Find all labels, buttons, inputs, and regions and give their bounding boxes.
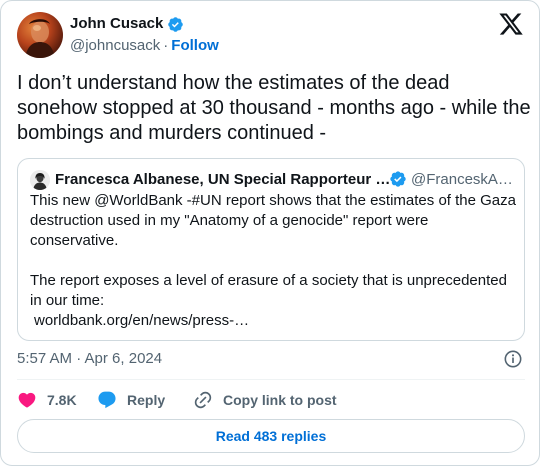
tweet-text: I don’t understand how the estimates of … (17, 72, 531, 144)
quoted-paragraph: This new @WorldBank -#UN report shows th… (30, 192, 516, 249)
quoted-verified-badge-icon (389, 170, 407, 188)
link-icon (194, 391, 212, 409)
quoted-author-avatar (30, 170, 50, 190)
heart-icon (18, 392, 36, 408)
divider (17, 379, 525, 380)
quoted-tweet-text: This new @WorldBank -#UN report shows th… (30, 191, 516, 331)
copy-link-button[interactable]: Copy link to post (193, 390, 337, 410)
read-replies-button[interactable]: Read 483 replies (17, 419, 525, 453)
author-handle[interactable]: @johncusack (70, 37, 160, 54)
reply-button[interactable]: Reply (97, 390, 193, 410)
copy-link-label: Copy link to post (223, 392, 337, 408)
author-name[interactable]: John Cusack (70, 15, 163, 33)
like-button[interactable]: 7.8K (17, 390, 97, 410)
quoted-author-handle: @FranceskA… (411, 171, 513, 188)
separator-dot: · (163, 37, 169, 54)
quoted-link[interactable]: worldbank.org/en/news/press-… (30, 311, 516, 331)
like-count: 7.8K (47, 392, 77, 408)
reply-label: Reply (127, 392, 166, 408)
x-logo-icon[interactable] (498, 11, 524, 37)
author-handle-row: @johncusack · Follow (70, 37, 219, 55)
info-icon[interactable] (503, 349, 523, 369)
quoted-paragraph: The report exposes a level of erasure of… (30, 272, 507, 309)
author-name-row[interactable]: John Cusack (70, 15, 184, 33)
quoted-tweet[interactable]: Francesca Albanese, UN Special Rapporteu… (17, 158, 525, 341)
avatar-image (25, 19, 55, 58)
author-avatar[interactable] (17, 12, 63, 58)
action-bar: 7.8K Reply Copy link to post (17, 389, 337, 411)
verified-badge-icon (167, 16, 184, 33)
follow-button[interactable]: Follow (171, 37, 219, 54)
tweet-card: John Cusack @johncusack · Follow I don’t u… (0, 0, 540, 466)
quoted-author-name: Francesca Albanese, UN Special Rapporteu… (55, 171, 391, 188)
reply-bubble-icon (98, 391, 116, 409)
post-timestamp[interactable]: 5:57 AM · Apr 6, 2024 (17, 349, 162, 369)
